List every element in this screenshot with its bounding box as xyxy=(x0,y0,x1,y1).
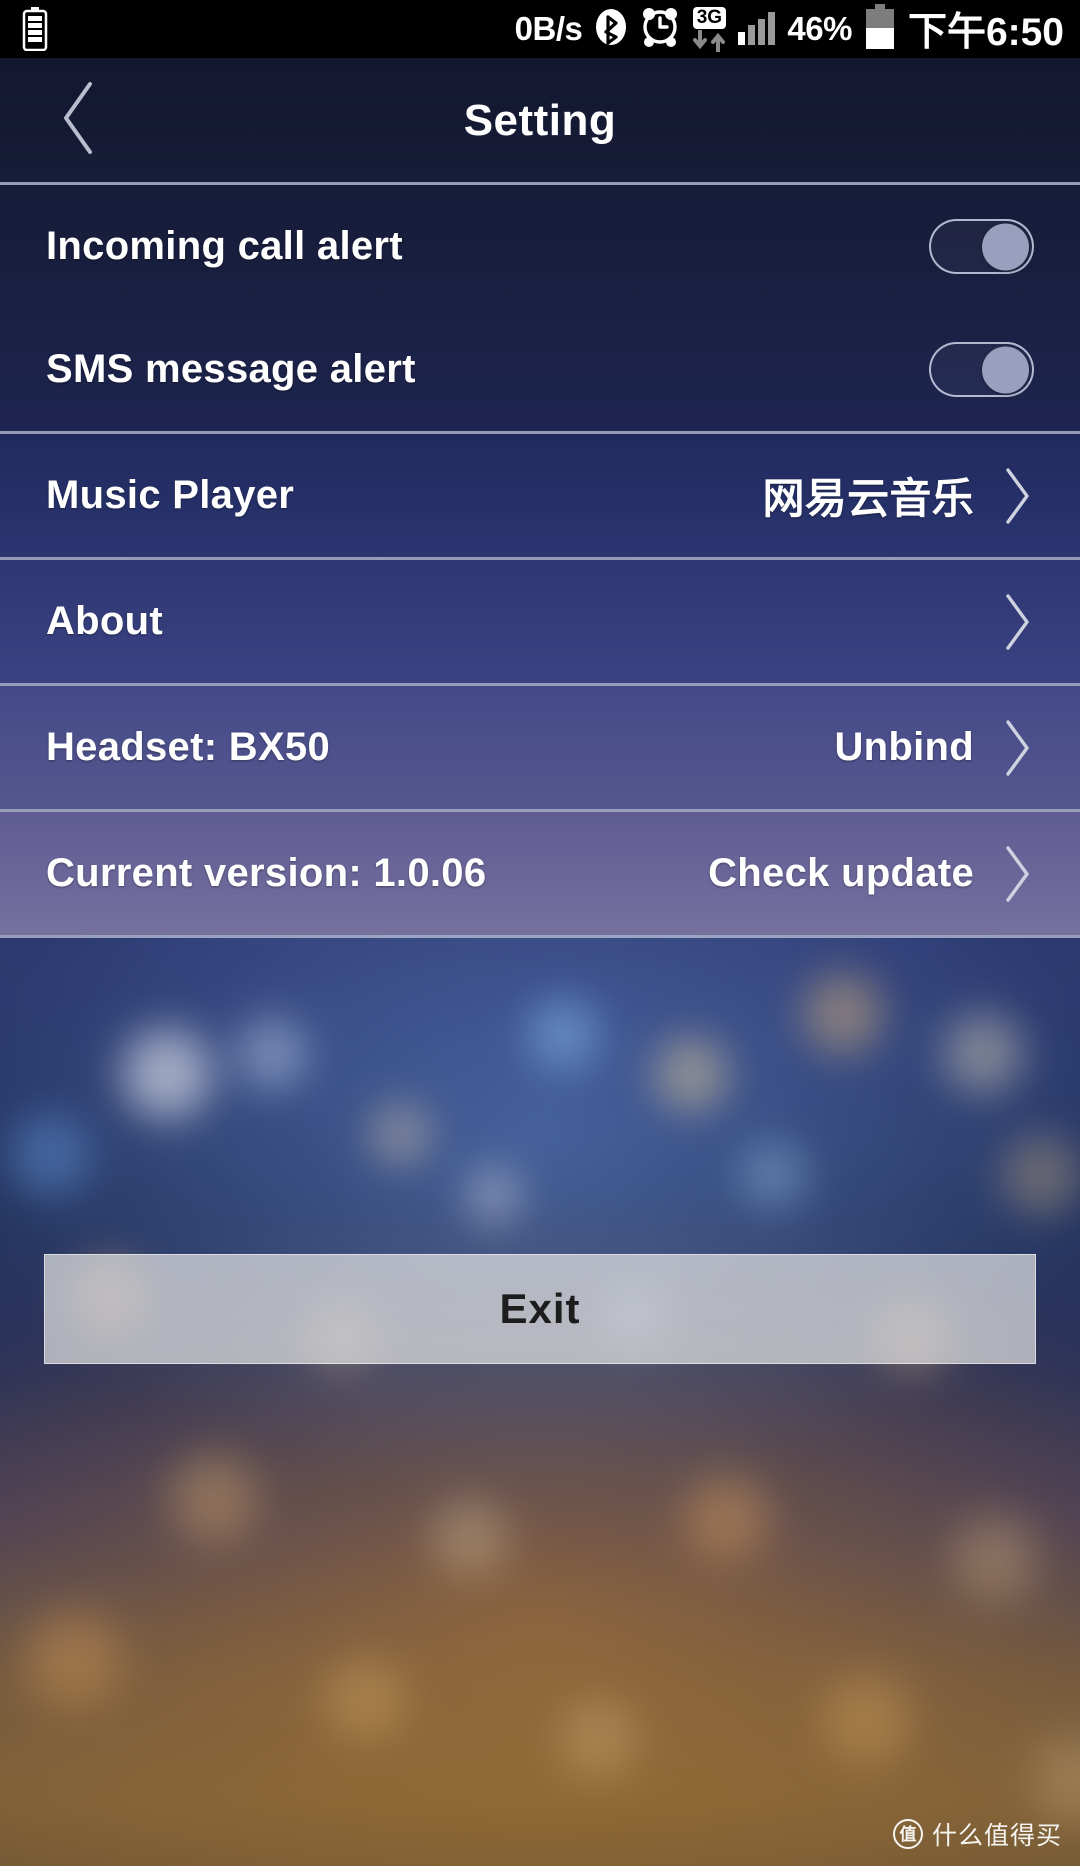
status-bar-right: 0B/s 3G 46% 下午6:50 xyxy=(515,1,1080,57)
setting-label: Headset: BX50 xyxy=(46,725,331,769)
setting-label: SMS message alert xyxy=(46,347,416,391)
sms-message-alert-toggle[interactable] xyxy=(929,342,1034,397)
phone-screen: 0B/s 3G 46% 下午6:50 Setting Incoming call… xyxy=(0,0,1080,1866)
setting-value-check-update[interactable]: Check update xyxy=(708,851,974,896)
network-type-label: 3G xyxy=(692,6,727,29)
app-header: Setting xyxy=(0,58,1080,183)
setting-label: About xyxy=(46,599,164,643)
toggle-knob xyxy=(982,223,1029,270)
exit-button-label: Exit xyxy=(499,1285,581,1332)
chevron-right-icon xyxy=(1000,842,1034,906)
clock-label: 下午6:50 xyxy=(907,11,1064,54)
watermark-text: 什么值得买 xyxy=(931,1822,1062,1850)
toggle-knob xyxy=(982,346,1029,393)
watermark: 值 什么值得买 xyxy=(892,1816,1062,1852)
setting-value-unbind[interactable]: Unbind xyxy=(834,725,974,770)
back-chevron-icon xyxy=(56,78,102,163)
page-title: Setting xyxy=(463,95,617,145)
chevron-right-icon xyxy=(1000,716,1034,780)
status-bar-left xyxy=(0,7,48,51)
network-type-3g-icon: 3G xyxy=(692,6,727,52)
list-divider xyxy=(0,935,1080,938)
alarm-clock-icon xyxy=(640,6,680,53)
setting-row-about[interactable]: About xyxy=(0,560,1080,683)
chevron-right-icon xyxy=(1000,590,1034,654)
setting-label: Incoming call alert xyxy=(46,224,403,268)
setting-row-sms-message-alert[interactable]: SMS message alert xyxy=(0,308,1080,431)
setting-row-current-version[interactable]: Current version: 1.0.06 Check update xyxy=(0,812,1080,935)
battery-icon xyxy=(864,3,896,55)
battery-percent-label: 46% xyxy=(787,10,852,47)
network-speed-label: 0B/s xyxy=(514,10,583,47)
incoming-call-alert-toggle[interactable] xyxy=(929,219,1034,274)
exit-button[interactable]: Exit xyxy=(44,1254,1036,1364)
battery-vertical-icon xyxy=(22,7,48,51)
watermark-logo-icon: 值 xyxy=(892,1819,923,1849)
chevron-right-icon xyxy=(1000,464,1034,528)
setting-row-incoming-call-alert[interactable]: Incoming call alert xyxy=(0,185,1080,308)
setting-label: Current version: 1.0.06 xyxy=(46,851,487,895)
setting-label: Music Player xyxy=(46,473,295,517)
back-button[interactable] xyxy=(34,58,124,183)
setting-row-headset[interactable]: Headset: BX50 Unbind xyxy=(0,686,1080,809)
setting-row-music-player[interactable]: Music Player 网易云音乐 xyxy=(0,434,1080,557)
data-transfer-icon xyxy=(692,29,726,52)
setting-value: 网易云音乐 xyxy=(762,475,974,522)
status-bar: 0B/s 3G 46% 下午6:50 xyxy=(0,0,1080,58)
signal-bars-icon xyxy=(738,12,776,45)
bluetooth-icon xyxy=(594,7,628,52)
settings-list: Incoming call alert SMS message alert Mu… xyxy=(0,185,1080,1110)
